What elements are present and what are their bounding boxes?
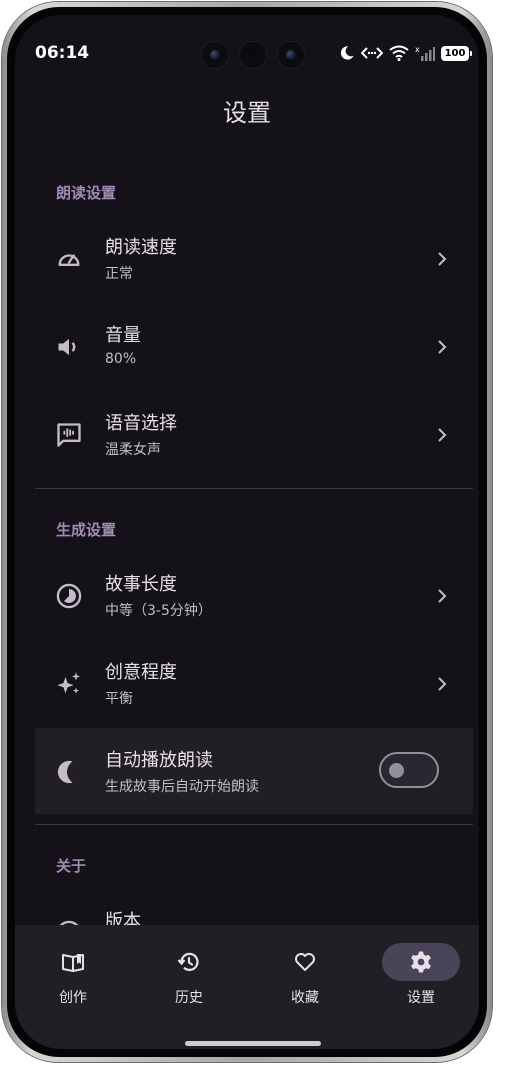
voice-message-icon [57,423,81,447]
section-divider [35,824,473,825]
nav-item-favorites[interactable]: 收藏 [247,943,363,1013]
battery-icon: 100 [441,45,472,61]
nav-label: 设置 [407,990,435,1006]
setting-value: 平衡 [105,691,133,707]
status-bar: 06:14 x 100 [15,15,479,75]
svg-text:x: x [415,45,420,54]
section-divider [35,488,473,489]
heart-icon [295,953,315,971]
battery-level: 100 [444,47,466,59]
setting-title: 创意程度 [105,662,177,683]
camera-lens-icon [277,41,305,69]
setting-row-voice[interactable]: 语音选择 温柔女声 [35,391,473,477]
phone-frame: 06:14 x 100 设置 朗读设置 朗读速度 正常 音量 80% 语音选择 … [2,2,492,1062]
sparkle-icon [57,672,81,694]
volume-icon [58,338,76,356]
signal-icon: x [415,45,435,61]
nav-icon-container-active [382,943,460,981]
history-icon [177,952,199,971]
setting-title: 朗读速度 [105,237,177,258]
setting-title: 音量 [105,325,141,346]
chevron-right-icon [438,428,447,442]
nav-icon-container [266,943,344,981]
data-transfer-icon [361,47,383,59]
chevron-right-icon [438,340,447,354]
nav-icon-container [150,943,228,981]
setting-value: 正常 [105,266,133,282]
nav-label: 收藏 [291,990,319,1006]
chevron-right-icon [438,589,447,603]
setting-row-creativity[interactable]: 创意程度 平衡 [35,640,473,726]
setting-row-reading-speed[interactable]: 朗读速度 正常 [35,215,473,301]
setting-row-story-length[interactable]: 故事长度 中等（3-5分钟） [35,552,473,638]
status-icons: x 100 [339,43,472,63]
moon-icon [340,46,354,60]
setting-value: 温柔女声 [105,442,161,458]
setting-row-autoplay[interactable]: 自动播放朗读 生成故事后自动开始朗读 [35,728,473,814]
nav-item-create[interactable]: 创作 [15,943,131,1013]
section-header-reading: 朗读设置 [56,184,117,202]
camera-sensor-icon [239,41,267,69]
page-title: 设置 [223,99,271,127]
chevron-right-icon [438,252,447,266]
wifi-icon [389,45,409,61]
setting-value: 中等（3-5分钟） [105,603,212,619]
nav-item-settings[interactable]: 设置 [363,943,479,1013]
setting-description: 生成故事后自动开始朗读 [105,779,259,795]
moon-icon [57,760,73,784]
setting-title: 语音选择 [105,413,177,434]
phone-bezel: 06:14 x 100 设置 朗读设置 朗读速度 正常 音量 80% 语音选择 … [7,7,487,1057]
setting-title: 自动播放朗读 [105,750,213,771]
app-screen: 06:14 x 100 设置 朗读设置 朗读速度 正常 音量 80% 语音选择 … [15,15,479,1049]
nav-label: 创作 [59,990,87,1006]
home-indicator[interactable] [185,1041,321,1046]
setting-row-volume[interactable]: 音量 80% [35,303,473,389]
autoplay-toggle[interactable] [379,752,439,788]
open-book-icon [62,954,84,972]
nav-label: 历史 [175,990,203,1006]
toggle-knob [389,763,404,778]
nav-item-history[interactable]: 历史 [131,943,247,1013]
speedometer-icon [58,254,80,266]
bottom-navigation: 创作 历史 收藏 设置 [15,925,479,1049]
gear-icon [411,951,431,973]
timelapse-icon [56,583,82,609]
chevron-right-icon [438,677,447,691]
section-header-about: 关于 [56,857,87,875]
setting-value: 80% [105,351,137,367]
camera-lens-icon [201,41,229,69]
setting-title: 故事长度 [105,574,177,595]
status-time: 06:14 [35,43,90,63]
nav-icon-container [34,943,112,981]
section-header-generation: 生成设置 [56,521,117,539]
